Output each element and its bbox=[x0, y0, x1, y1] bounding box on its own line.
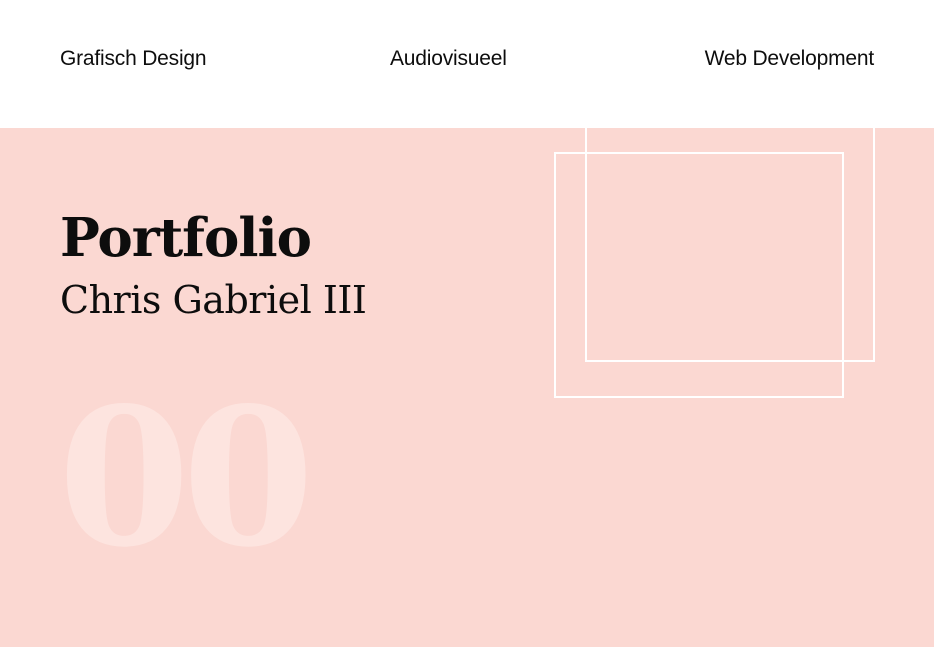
author-name: Chris Gabriel III bbox=[60, 278, 367, 322]
nav-link-grafisch-design[interactable]: Grafisch Design bbox=[60, 45, 207, 73]
nav-link-web-development[interactable]: Web Development bbox=[705, 45, 875, 73]
section-number: 00 bbox=[58, 366, 314, 589]
top-navigation: Grafisch Design Audiovisueel Web Develop… bbox=[0, 0, 934, 128]
nav-link-audiovisueel[interactable]: Audiovisueel bbox=[390, 45, 507, 73]
hero-section: Portfolio Chris Gabriel III 00 bbox=[0, 128, 934, 647]
decorative-frame-front bbox=[554, 152, 844, 398]
page-title: Portfolio bbox=[60, 207, 312, 269]
